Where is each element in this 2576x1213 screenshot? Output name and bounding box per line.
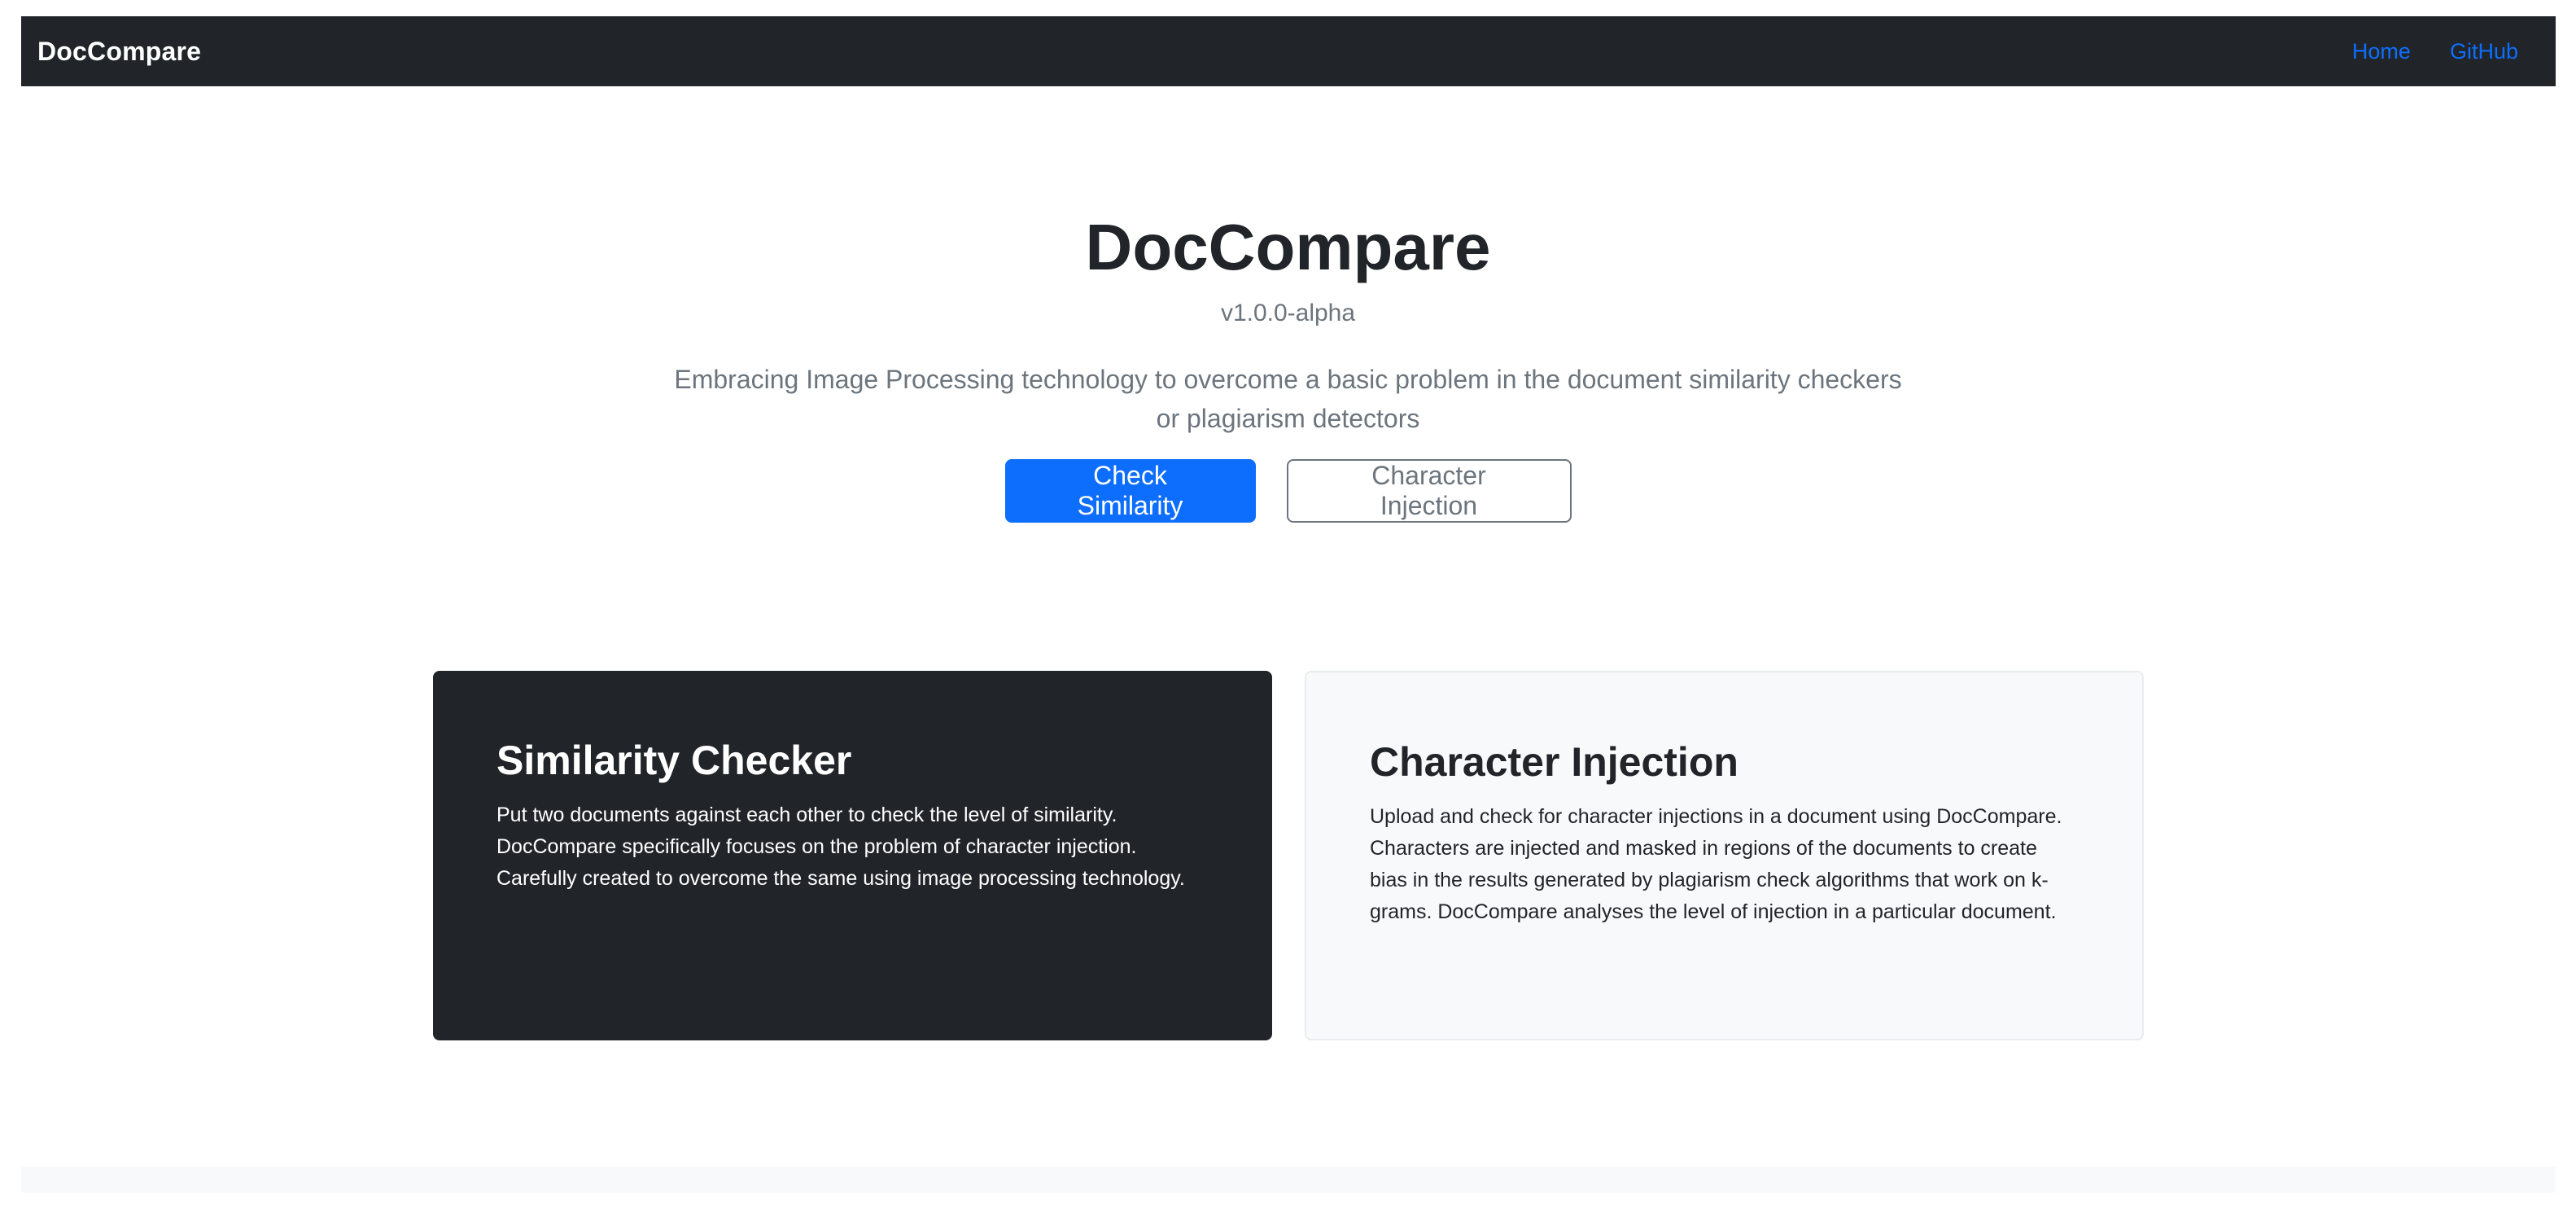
similarity-checker-card: Similarity Checker Put two documents aga… (433, 671, 1272, 1040)
feature-cards: Similarity Checker Put two documents aga… (433, 671, 2144, 1040)
check-similarity-button[interactable]: Check Similarity (1004, 459, 1256, 523)
brand-link[interactable]: DocCompare (37, 37, 201, 67)
hero-description: Embracing Image Processing technology to… (674, 365, 1902, 433)
hero-title: DocCompare (1085, 211, 1491, 283)
footer (21, 1167, 2556, 1193)
card-text: Upload and check for character injection… (1370, 805, 2062, 923)
nav-link-home[interactable]: Home (2352, 39, 2411, 64)
top-navbar: DocCompare Home GitHub (21, 16, 2556, 86)
card-title: Similarity Checker (496, 738, 852, 783)
version-label: v1.0.0-alpha (1220, 300, 1356, 326)
card-text: Put two documents against each other to … (496, 804, 1185, 890)
character-injection-card: Character Injection Upload and check for… (1305, 671, 2144, 1040)
hero-section: DocCompare v1.0.0-alpha Embracing Image … (0, 212, 2576, 523)
hero-buttons: Check Similarity Character Injection (0, 459, 2576, 523)
character-injection-button[interactable]: Character Injection (1286, 459, 1572, 523)
nav-links: Home GitHub (2352, 39, 2518, 64)
nav-link-github[interactable]: GitHub (2450, 39, 2518, 64)
card-title: Character Injection (1370, 739, 1738, 785)
